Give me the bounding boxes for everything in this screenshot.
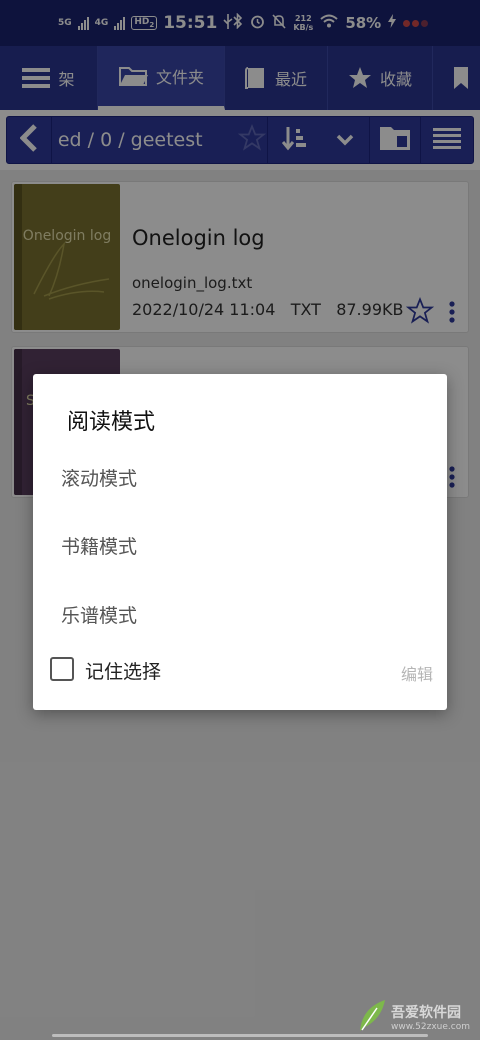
watermark: 吾爱软件园 www.52zxue.com <box>357 998 470 1036</box>
remember-choice-label[interactable]: 记住选择 <box>85 657 161 684</box>
watermark-text: 吾爱软件园 <box>391 1005 462 1021</box>
option-score-mode[interactable]: 乐谱模式 <box>61 601 137 628</box>
dialog-title: 阅读模式 <box>67 410 156 435</box>
option-book-mode[interactable]: 书籍模式 <box>61 532 137 559</box>
remember-choice-checkbox[interactable] <box>50 657 74 681</box>
option-scroll-mode[interactable]: 滚动模式 <box>61 464 137 491</box>
watermark-url: www.52zxue.com <box>391 1022 470 1032</box>
home-indicator[interactable] <box>52 1034 428 1037</box>
leaf-logo-icon <box>357 998 387 1036</box>
reading-mode-dialog: 阅读模式 滚动模式 书籍模式 乐谱模式 记住选择 编辑 <box>33 374 447 710</box>
edit-button[interactable]: 编辑 <box>401 661 433 685</box>
